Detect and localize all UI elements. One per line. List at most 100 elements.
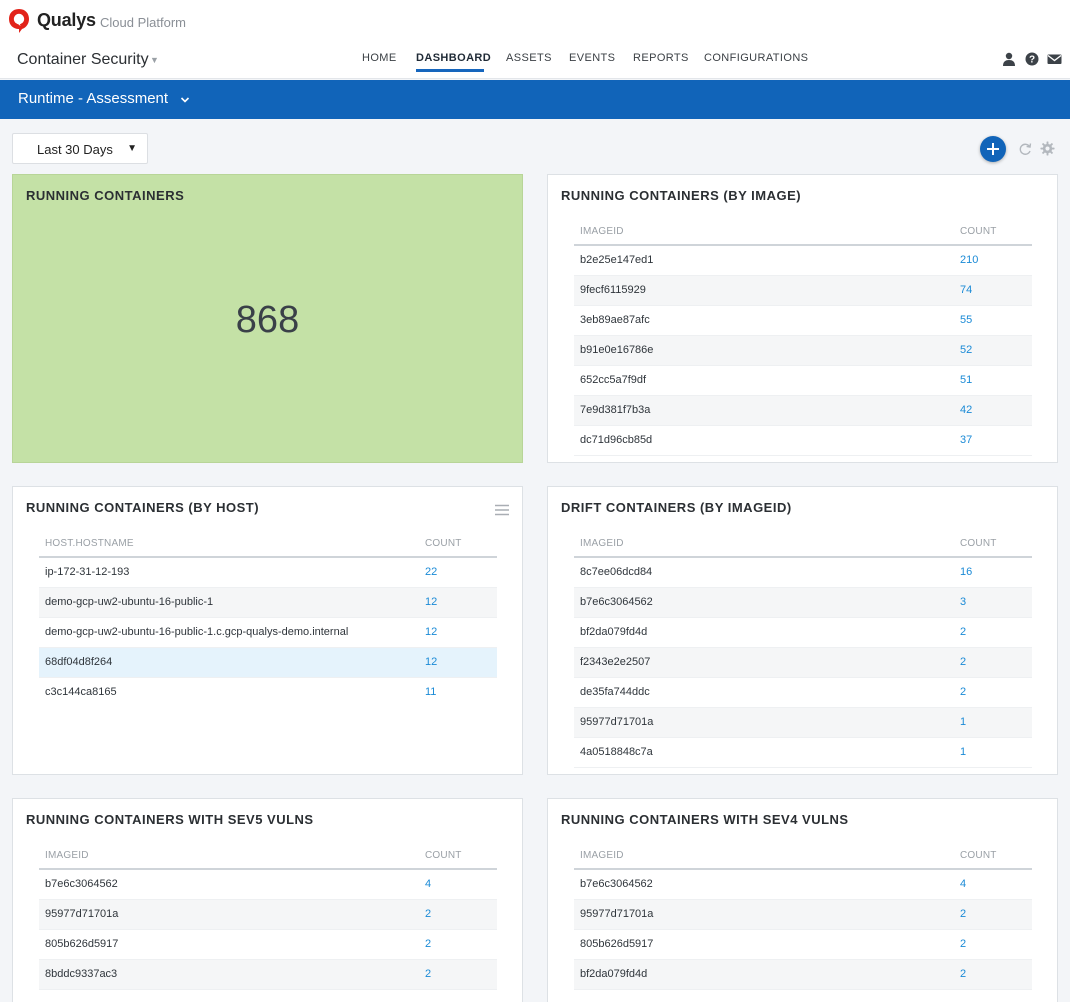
tab-configurations[interactable]: CONFIGURATIONS — [704, 52, 808, 64]
count-link[interactable]: 2 — [954, 677, 1032, 708]
refresh-icon[interactable] — [1018, 142, 1032, 156]
widget-title: DRIFT CONTAINERS (BY IMAGEID) — [561, 500, 792, 515]
count-link[interactable]: 37 — [954, 425, 1032, 456]
count-link[interactable]: 12 — [419, 647, 497, 678]
image-id: 95977d71701a — [574, 899, 954, 930]
column-header: COUNT — [419, 843, 497, 870]
count-link[interactable]: 4 — [954, 869, 1032, 900]
image-id: 805b626d5917 — [574, 929, 954, 960]
brand-name: Qualys — [37, 10, 96, 30]
count-link[interactable]: 3 — [954, 587, 1032, 618]
plus-icon — [987, 143, 999, 155]
column-header: COUNT — [419, 531, 497, 558]
column-header: COUNT — [954, 531, 1032, 558]
table-row[interactable]: 95977d71701a 2 — [39, 899, 497, 930]
host-name: ip-172-31-12-193 — [39, 557, 419, 588]
count-link[interactable]: 12 — [419, 617, 497, 648]
tab-events[interactable]: EVENTS — [569, 52, 615, 64]
active-tab-indicator — [416, 69, 484, 72]
image-id: de35fa744ddc — [574, 677, 954, 708]
count-link[interactable]: 1 — [954, 737, 1032, 768]
tab-reports[interactable]: REPORTS — [633, 52, 689, 64]
table-row[interactable]: b2e25e147ed1 210 — [574, 245, 1032, 276]
tab-assets[interactable]: ASSETS — [506, 52, 552, 64]
date-range-value: Last 30 Days — [37, 142, 113, 157]
mail-icon[interactable] — [1047, 52, 1062, 66]
count-link[interactable]: 2 — [419, 899, 497, 930]
count-link[interactable]: 22 — [419, 557, 497, 588]
data-table: IMAGEID COUNT 8c7ee06dcd84 16 b7e6c306456… — [574, 531, 1032, 768]
count-link[interactable]: 2 — [954, 929, 1032, 960]
table-row[interactable]: f2343e2e2507 2 — [574, 647, 1032, 678]
image-id: 8c7ee06dcd84 — [574, 557, 954, 588]
count-link[interactable]: 55 — [954, 305, 1032, 336]
widget-title: RUNNING CONTAINERS (BY IMAGE) — [561, 188, 802, 203]
table-row[interactable]: b7e6c3064562 4 — [39, 869, 497, 900]
count-link[interactable]: 51 — [954, 365, 1032, 396]
table-row[interactable]: 9fecf6115929 74 — [574, 275, 1032, 306]
count-link[interactable]: 2 — [954, 899, 1032, 930]
count-link[interactable]: 52 — [954, 335, 1032, 366]
image-id: 3eb89ae87afc — [574, 305, 954, 336]
user-icon[interactable] — [1002, 52, 1016, 66]
table-row[interactable]: bf2da079fd4d 2 — [574, 617, 1032, 648]
running-containers-count[interactable]: 868 — [13, 299, 522, 342]
chevron-down-icon[interactable] — [180, 95, 190, 105]
table-row[interactable]: b7e6c3064562 3 — [574, 587, 1032, 618]
hamburger-menu-icon[interactable] — [495, 504, 509, 516]
table-row[interactable]: 805b626d5917 2 — [574, 929, 1032, 960]
count-link[interactable]: 2 — [419, 959, 497, 990]
table-row[interactable]: 8bddc9337ac3 2 — [39, 959, 497, 990]
help-icon[interactable]: ? — [1025, 52, 1039, 66]
table-row[interactable]: 4a0518848c7a 1 — [574, 737, 1032, 768]
table-row[interactable]: bf2da079fd4d 2 — [574, 959, 1032, 990]
table-row[interactable]: 7e9d381f7b3a 42 — [574, 395, 1032, 426]
app-switcher[interactable]: Container Security — [17, 51, 149, 69]
table-row[interactable]: b91e0e16786e 52 — [574, 335, 1032, 366]
widget-title: RUNNING CONTAINERS WITH SEV4 VULNS — [561, 812, 849, 827]
table-row[interactable]: 95977d71701a 1 — [574, 707, 1032, 738]
table-row[interactable]: demo-gcp-uw2-ubuntu-16-public-1 12 — [39, 587, 497, 618]
count-link[interactable]: 2 — [954, 617, 1032, 648]
table-row[interactable]: 805b626d5917 2 — [39, 929, 497, 960]
table-row[interactable]: ip-172-31-12-193 22 — [39, 557, 497, 588]
count-link[interactable]: 2 — [954, 959, 1032, 990]
table-row[interactable]: dc71d96cb85d 37 — [574, 425, 1032, 456]
count-link[interactable]: 11 — [419, 677, 497, 707]
count-link[interactable]: 2 — [419, 929, 497, 960]
date-range-select[interactable]: Last 30 Days ▼ — [12, 133, 148, 164]
tab-dashboard[interactable]: DASHBOARD — [416, 52, 491, 64]
table-row[interactable]: b7e6c3064562 4 — [574, 869, 1032, 900]
count-link[interactable]: 12 — [419, 587, 497, 618]
chevron-down-icon[interactable]: ▼ — [150, 55, 159, 65]
brand-bar: Qualys Cloud Platform — [0, 0, 1070, 42]
count-link[interactable]: 210 — [954, 245, 1032, 276]
image-id: b7e6c3064562 — [574, 587, 954, 618]
image-id: 652cc5a7f9df — [574, 365, 954, 396]
table-row[interactable]: 3eb89ae87afc 55 — [574, 305, 1032, 336]
count-link[interactable]: 42 — [954, 395, 1032, 426]
gear-icon[interactable] — [1040, 141, 1055, 156]
column-header: IMAGEID — [574, 531, 954, 558]
image-id: bf2da079fd4d — [574, 959, 954, 990]
widget-title: RUNNING CONTAINERS WITH SEV5 VULNS — [26, 812, 314, 827]
caret-down-icon: ▼ — [127, 143, 137, 154]
table-row[interactable]: 652cc5a7f9df 51 — [574, 365, 1032, 396]
tab-home[interactable]: HOME — [362, 52, 397, 64]
count-link[interactable]: 16 — [954, 557, 1032, 588]
add-widget-button[interactable] — [980, 136, 1006, 162]
host-name: 68df04d8f264 — [39, 647, 419, 678]
dashboard-selector[interactable]: Runtime - Assessment — [18, 90, 168, 107]
table-row[interactable]: demo-gcp-uw2-ubuntu-16-public-1.c.gcp-qu… — [39, 617, 497, 648]
count-link[interactable]: 1 — [954, 707, 1032, 738]
count-link[interactable]: 2 — [954, 647, 1032, 678]
table-row-hovered[interactable]: 68df04d8f264 12 — [39, 647, 497, 678]
table-row[interactable]: 8c7ee06dcd84 16 — [574, 557, 1032, 588]
table-row[interactable]: 95977d71701a 2 — [574, 899, 1032, 930]
brand-subtitle: Cloud Platform — [100, 15, 186, 30]
count-link[interactable]: 74 — [954, 275, 1032, 306]
count-link[interactable]: 4 — [419, 869, 497, 900]
qualys-logo-icon[interactable] — [8, 8, 30, 34]
table-row[interactable]: de35fa744ddc 2 — [574, 677, 1032, 708]
table-row[interactable]: c3c144ca8165 11 — [39, 677, 497, 707]
